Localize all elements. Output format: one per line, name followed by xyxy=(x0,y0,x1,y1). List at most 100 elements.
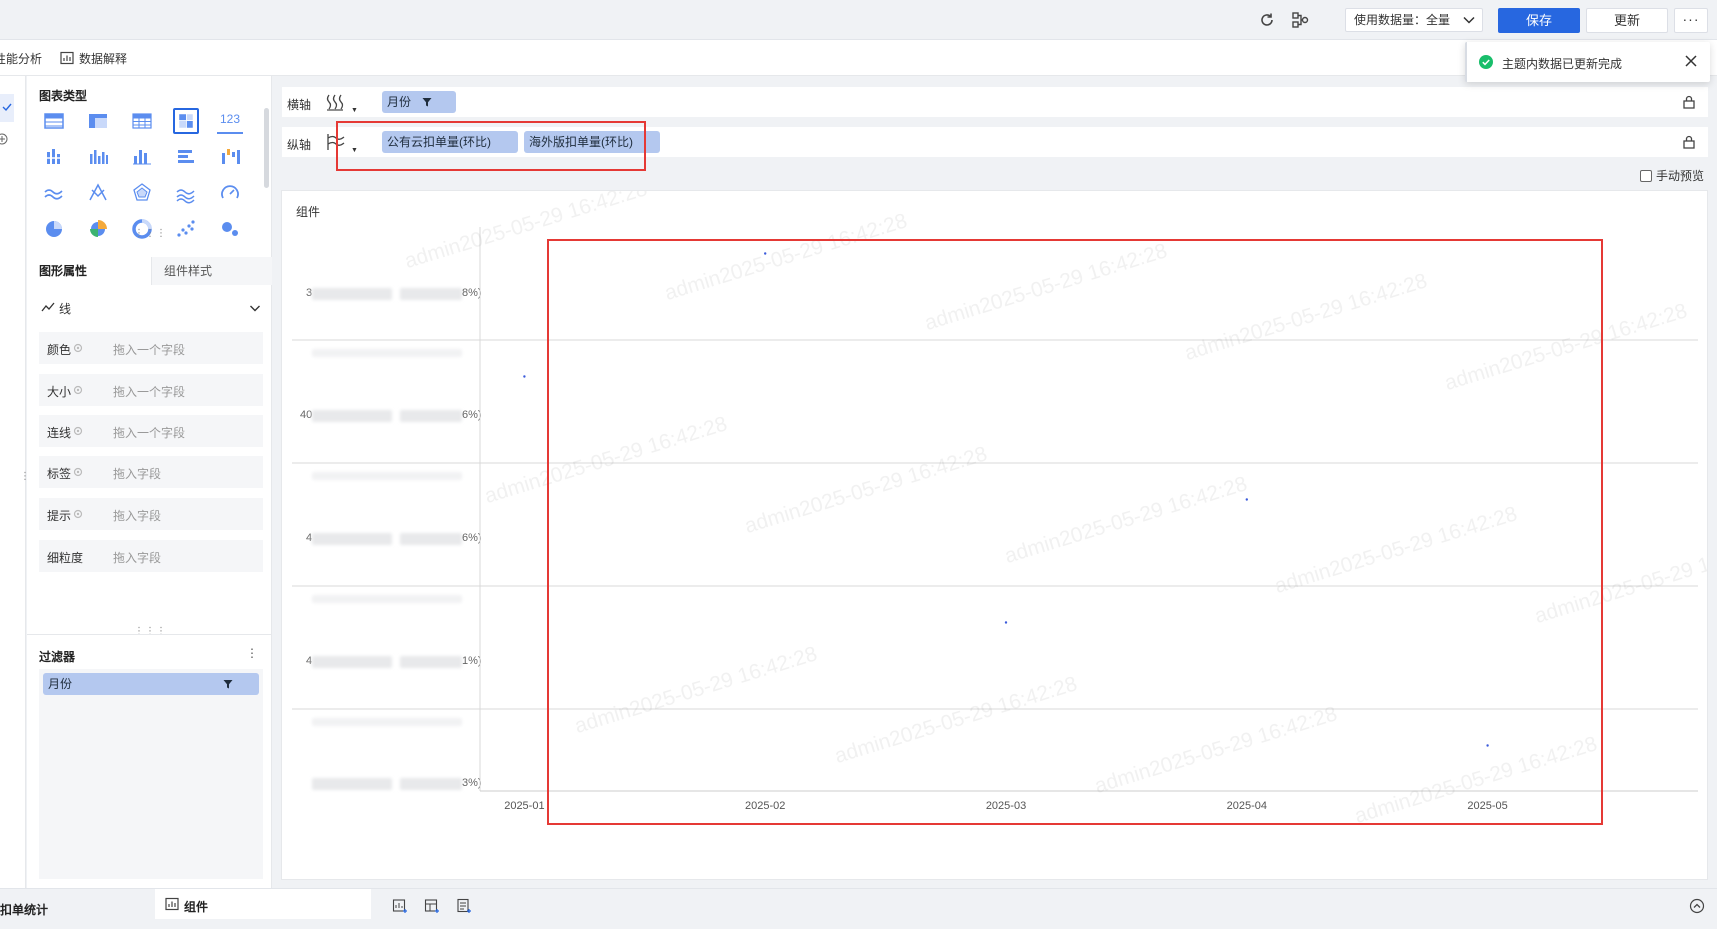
sheet-tab-component[interactable]: 组件 xyxy=(155,889,371,919)
filter-field-label: 月份 xyxy=(48,677,73,691)
lock-icon[interactable] xyxy=(1682,95,1696,109)
chart-type-scrollbar[interactable] xyxy=(264,108,269,188)
save-button[interactable]: 保存 xyxy=(1498,8,1580,33)
waterfall-icon[interactable] xyxy=(217,144,243,170)
sheet-tab-order-stats[interactable]: 扣单统计 xyxy=(0,901,48,918)
column-chart-icon[interactable] xyxy=(129,144,155,170)
add-dashboard-icon[interactable] xyxy=(424,898,440,914)
cross-table-icon[interactable] xyxy=(85,108,111,134)
pie-chart-icon[interactable] xyxy=(41,216,67,242)
attr-placeholder: 拖入字段 xyxy=(113,551,162,565)
line-chart-icon[interactable] xyxy=(41,180,67,206)
filter-more-button[interactable]: ⋮ xyxy=(246,646,258,660)
funnel-icon[interactable] xyxy=(422,97,432,107)
gear-icon[interactable] xyxy=(73,467,83,477)
scatter-chart-icon[interactable] xyxy=(173,216,199,242)
config-panel: 图表类型 123 ⋮⋮⋮ 图形属性 组件样式 线 颜色 拖入一个字段 大小 拖入… xyxy=(27,76,272,888)
number-kpi-icon[interactable]: 123 xyxy=(217,108,243,134)
attr-granularity-drop[interactable]: 细粒度 拖入字段 xyxy=(39,540,263,572)
axis-sort-icon[interactable] xyxy=(324,92,346,112)
refresh-icon[interactable] xyxy=(1257,10,1277,30)
lineage-icon[interactable] xyxy=(1290,10,1310,30)
mark-type-label: 线 xyxy=(59,302,72,316)
data-point xyxy=(523,375,526,378)
manual-preview-checkbox[interactable]: 手动预览 xyxy=(1640,167,1704,184)
gauge-icon[interactable] xyxy=(217,180,243,206)
gear-icon[interactable] xyxy=(73,343,83,353)
filter-field-pill[interactable]: 月份 xyxy=(43,673,259,695)
tab-component-style[interactable]: 组件样式 xyxy=(151,257,272,285)
add-chart-icon[interactable] xyxy=(392,898,408,914)
bubble-chart-icon[interactable] xyxy=(217,216,243,242)
x-axis-label: 横轴 xyxy=(287,98,312,112)
area-chart-icon[interactable] xyxy=(173,180,199,206)
attr-label: 大小 xyxy=(47,385,72,399)
collapse-up-icon[interactable] xyxy=(1689,898,1705,914)
check-icon xyxy=(2,103,12,112)
highlight-box-plot xyxy=(547,239,1603,825)
gear-icon[interactable] xyxy=(73,426,83,436)
line-mark-icon xyxy=(41,302,55,312)
manual-preview-label: 手动预览 xyxy=(1656,169,1705,183)
close-icon[interactable] xyxy=(1684,54,1698,68)
data-amount-select[interactable]: 使用数据量：全量 xyxy=(1345,8,1483,32)
filter-drop-area[interactable]: 月份 xyxy=(39,669,263,879)
grouped-dot-bar-icon[interactable] xyxy=(41,144,67,170)
top-toolbar: 使用数据量：全量 保存 更新 ··· xyxy=(0,0,1717,40)
left-rail: ⋮⋮ xyxy=(0,76,40,888)
mark-type-select[interactable]: 线 xyxy=(39,298,263,318)
attr-placeholder: 拖入一个字段 xyxy=(113,343,186,357)
add-report-icon[interactable] xyxy=(456,898,472,914)
y-axis-label: 纵轴 xyxy=(287,138,312,152)
tab-graph-attributes[interactable]: 图形属性 xyxy=(27,257,151,285)
horizontal-bar-icon[interactable] xyxy=(173,144,199,170)
bar-chart-icon[interactable] xyxy=(85,144,111,170)
more-button[interactable]: ··· xyxy=(1674,8,1708,33)
radar-line-icon[interactable] xyxy=(85,180,111,206)
resize-handle-bottom[interactable]: ⋮⋮⋮ xyxy=(134,626,167,637)
bottom-tabbar: 扣单统计 组件 xyxy=(0,888,1717,929)
attr-placeholder: 拖入一个字段 xyxy=(113,426,186,440)
x-axis-shelf[interactable]: 横轴 ▼ 月份 xyxy=(282,87,1708,117)
divider xyxy=(27,634,272,635)
attr-placeholder: 拖入字段 xyxy=(113,509,162,523)
lock-icon[interactable] xyxy=(1682,135,1696,149)
radar-chart-icon[interactable] xyxy=(129,180,155,206)
dashboard-grid-icon[interactable] xyxy=(173,108,199,134)
rose-chart-icon[interactable] xyxy=(85,216,111,242)
chart-component-icon xyxy=(165,897,179,911)
attr-label: 连线 xyxy=(47,426,72,440)
notification-toast: 主题内数据已更新完成 xyxy=(1465,42,1710,82)
success-check-icon xyxy=(1479,55,1493,69)
attr-size-drop[interactable]: 大小 拖入一个字段 xyxy=(39,374,263,406)
data-explain-icon xyxy=(60,51,74,65)
attr-tooltip-drop[interactable]: 提示 拖入字段 xyxy=(39,498,263,530)
chart-card: 组件 3 8%) 40 6%) 4 6%) 4 1%) 3%) 2025-01 2… xyxy=(281,190,1708,880)
chevron-down-icon xyxy=(1463,16,1475,24)
resize-handle-top[interactable]: ⋮⋮⋮ xyxy=(134,228,167,239)
table-icon[interactable] xyxy=(41,108,67,134)
caret-down-icon[interactable]: ▼ xyxy=(351,107,358,114)
attr-label: 提示 xyxy=(47,509,72,523)
checkbox[interactable] xyxy=(1640,170,1652,182)
attr-color-drop[interactable]: 颜色 拖入一个字段 xyxy=(39,332,263,364)
update-button[interactable]: 更新 xyxy=(1586,8,1668,33)
rail-active-item[interactable] xyxy=(0,94,14,122)
data-explain-link[interactable]: 数据解释 xyxy=(79,50,127,67)
sub-toolbar: 性能分析 数据解释 xyxy=(0,40,1717,76)
sheet-tab-label: 组件 xyxy=(184,900,209,914)
plus-circle-icon[interactable] xyxy=(0,133,8,145)
attr-label-drop[interactable]: 标签 拖入字段 xyxy=(39,456,263,488)
funnel-icon[interactable] xyxy=(223,679,233,689)
detail-table-icon[interactable] xyxy=(129,108,155,134)
gear-icon[interactable] xyxy=(73,509,83,519)
x-field-pill[interactable]: 月份 xyxy=(382,91,456,113)
attr-connect-drop[interactable]: 连线 拖入一个字段 xyxy=(39,415,263,447)
x-field-label: 月份 xyxy=(387,95,412,109)
gear-icon[interactable] xyxy=(73,385,83,395)
attr-label: 细粒度 xyxy=(47,551,84,565)
attr-label: 标签 xyxy=(47,467,72,481)
filter-title: 过滤器 xyxy=(39,650,76,664)
performance-analysis-link[interactable]: 性能分析 xyxy=(0,50,42,67)
chevron-down-icon xyxy=(250,305,260,312)
